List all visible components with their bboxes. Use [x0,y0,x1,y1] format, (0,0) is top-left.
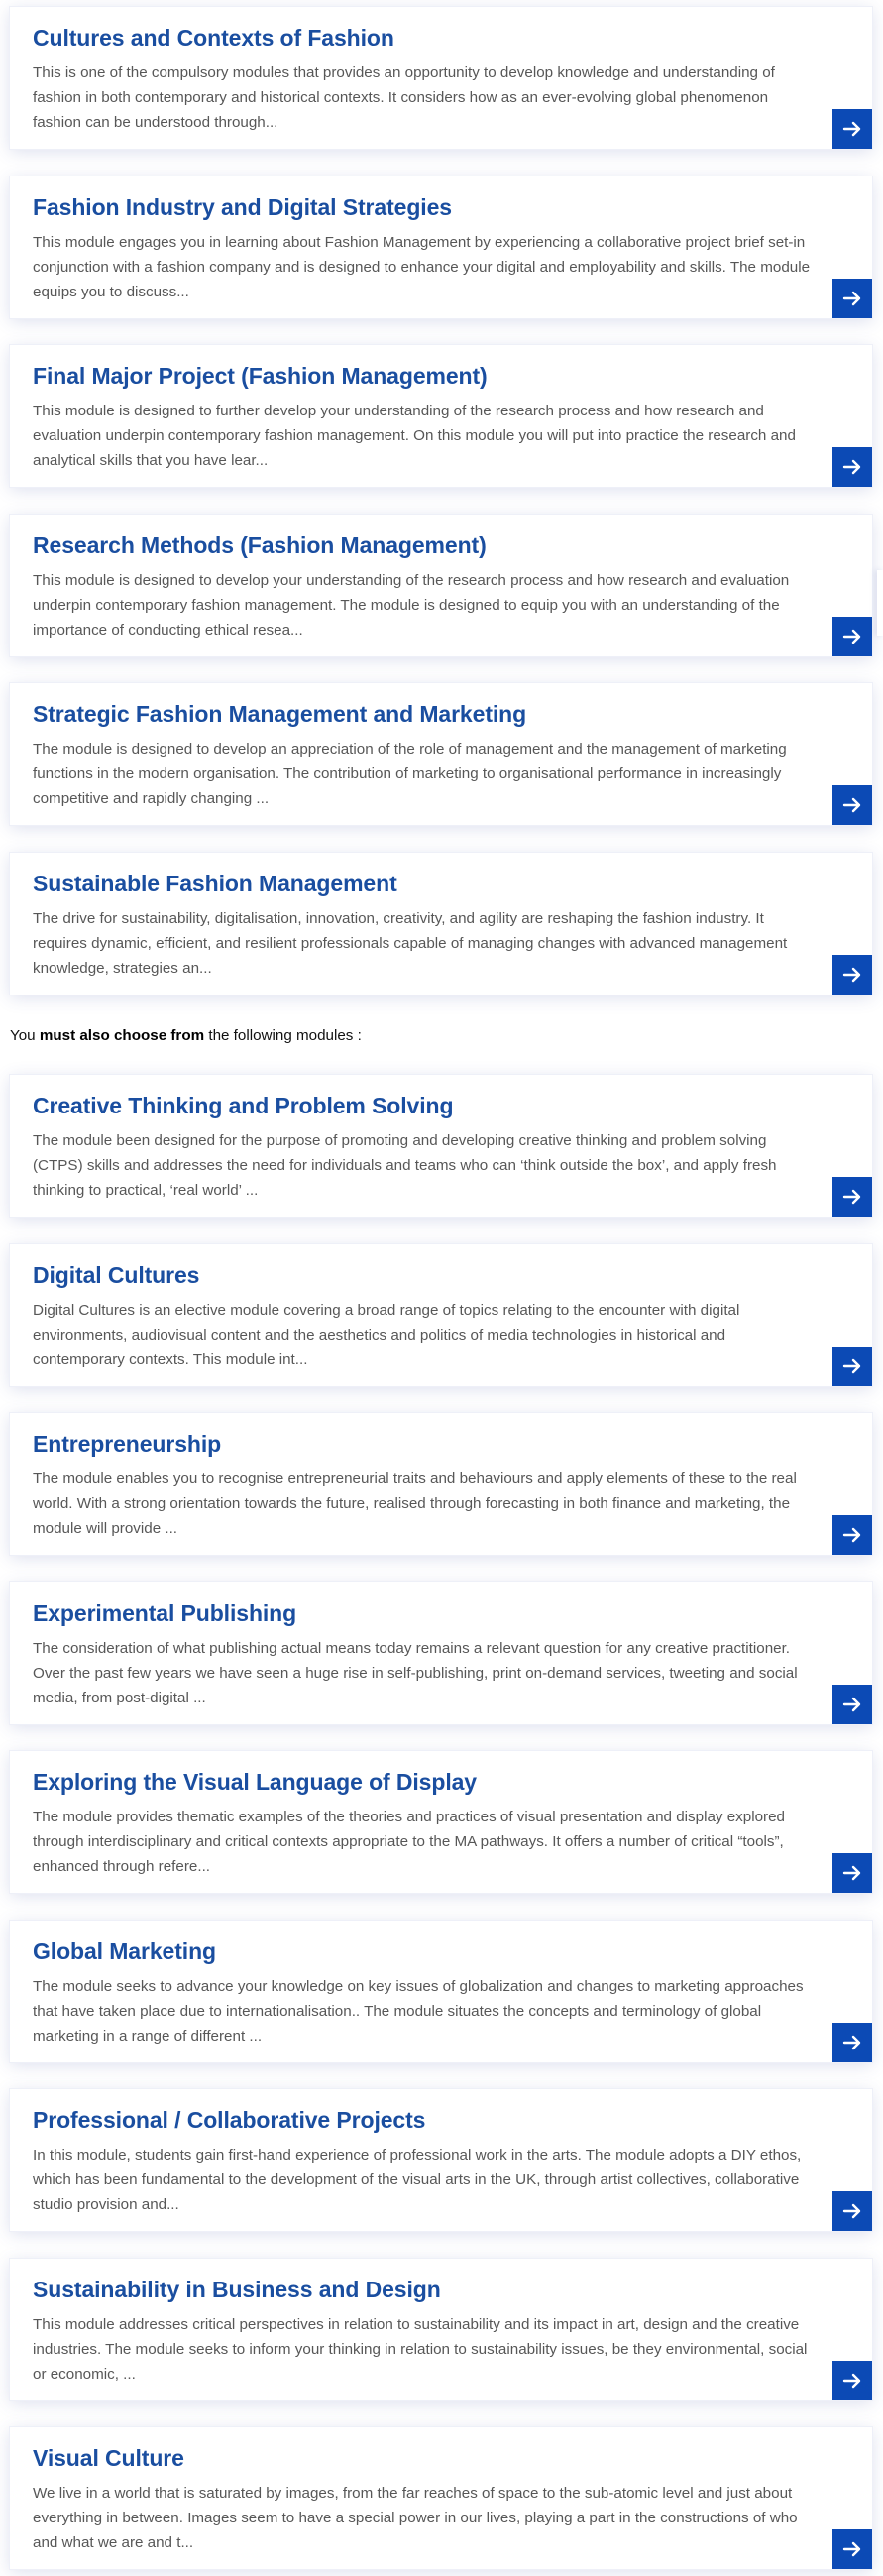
module-link-button[interactable] [832,1347,872,1386]
module-card-core-6[interactable]: Sustainable Fashion Management The drive… [10,853,872,995]
module-title[interactable]: Professional / Collaborative Projects [33,2107,425,2134]
arrow-right-icon [842,121,861,137]
module-link-button[interactable] [832,447,872,487]
module-title[interactable]: Sustainability in Business and Design [33,2277,441,2303]
module-card-core-3[interactable]: Final Major Project (Fashion Management)… [10,345,872,487]
module-card-core-5[interactable]: Strategic Fashion Management and Marketi… [10,683,872,825]
module-title[interactable]: Strategic Fashion Management and Marketi… [33,701,526,728]
module-description: This module addresses critical perspecti… [33,2316,808,2383]
module-description: The drive for sustainability, digitalisa… [33,910,788,977]
module-link-button[interactable] [832,2361,872,2400]
module-title[interactable]: Entrepreneurship [33,1431,221,1458]
arrow-right-icon [842,459,861,475]
arrow-right-icon [842,1697,861,1712]
arrow-right-icon [842,1358,861,1374]
module-card-elective-4[interactable]: Experimental Publishing The consideratio… [10,1582,872,1724]
module-link-button[interactable] [832,279,872,318]
module-card-elective-9[interactable]: Visual Culture We live in a world that i… [10,2427,872,2569]
module-title[interactable]: Sustainable Fashion Management [33,871,397,897]
module-link-button[interactable] [832,109,872,149]
module-link-button[interactable] [832,2023,872,2062]
module-title[interactable]: Exploring the Visual Language of Display [33,1769,477,1796]
module-link-button[interactable] [832,1853,872,1893]
module-title[interactable]: Cultures and Contexts of Fashion [33,25,394,52]
module-link-button[interactable] [832,2191,872,2231]
module-link-button[interactable] [832,955,872,995]
module-card-elective-3[interactable]: Entrepreneurship The module enables you … [10,1413,872,1555]
module-link-button[interactable] [832,785,872,825]
module-link-button[interactable] [832,1685,872,1724]
arrow-right-icon [842,1527,861,1543]
module-description: Digital Cultures is an elective module c… [33,1302,740,1368]
module-title[interactable]: Final Major Project (Fashion Management) [33,363,488,390]
arrow-right-icon [842,629,861,644]
module-link-button[interactable] [832,1177,872,1217]
module-card-elective-8[interactable]: Sustainability in Business and Design Th… [10,2259,872,2400]
module-card-elective-1[interactable]: Creative Thinking and Problem Solving Th… [10,1075,872,1217]
module-card-core-1[interactable]: Cultures and Contexts of Fashion This is… [10,7,872,149]
module-description: In this module, students gain first-hand… [33,2147,802,2213]
arrow-right-icon [842,2373,861,2389]
module-description: We live in a world that is saturated by … [33,2485,798,2551]
module-title[interactable]: Creative Thinking and Problem Solving [33,1093,454,1119]
module-card-core-4[interactable]: Research Methods (Fashion Management) Th… [10,515,872,656]
arrow-right-icon [842,967,861,983]
module-description: The module enables you to recognise entr… [33,1470,797,1537]
module-title[interactable]: Experimental Publishing [33,1600,296,1627]
module-title[interactable]: Global Marketing [33,1938,216,1965]
elective-intro-emphasis: must also choose from [39,1027,205,1044]
arrow-right-icon [842,291,861,306]
arrow-right-icon [842,2541,861,2557]
arrow-right-icon [842,1189,861,1205]
module-description: The module is designed to develop an app… [33,741,787,807]
module-description: This is one of the compulsory modules th… [33,64,775,131]
module-card-elective-2[interactable]: Digital Cultures Digital Cultures is an … [10,1244,872,1386]
module-description: The consideration of what publishing act… [33,1640,798,1706]
module-link-button[interactable] [832,1515,872,1555]
module-description: This module is designed to further devel… [33,403,796,469]
module-title[interactable]: Fashion Industry and Digital Strategies [33,194,452,221]
arrow-right-icon [842,2035,861,2050]
module-title[interactable]: Digital Cultures [33,1262,199,1289]
arrow-right-icon [842,2203,861,2219]
module-description: This module engages you in learning abou… [33,234,811,300]
module-title[interactable]: Visual Culture [33,2445,184,2472]
module-link-button[interactable] [832,617,872,656]
arrow-right-icon [842,797,861,813]
module-description: The module provides thematic examples of… [33,1809,785,1875]
module-description: The module seeks to advance your knowled… [33,1978,804,2045]
module-link-button[interactable] [832,2529,872,2569]
side-feedback-tab[interactable] [877,570,883,636]
module-card-elective-7[interactable]: Professional / Collaborative Projects In… [10,2089,872,2231]
module-card-elective-5[interactable]: Exploring the Visual Language of Display… [10,1751,872,1893]
module-card-elective-6[interactable]: Global Marketing The module seeks to adv… [10,1921,872,2062]
module-title[interactable]: Research Methods (Fashion Management) [33,532,487,559]
module-card-core-2[interactable]: Fashion Industry and Digital Strategies … [10,176,872,318]
arrow-right-icon [842,1865,861,1881]
module-description: The module been designed for the purpose… [33,1132,777,1199]
module-description: This module is designed to develop your … [33,572,790,639]
elective-intro-text: You must also choose from the following … [10,1027,362,1044]
